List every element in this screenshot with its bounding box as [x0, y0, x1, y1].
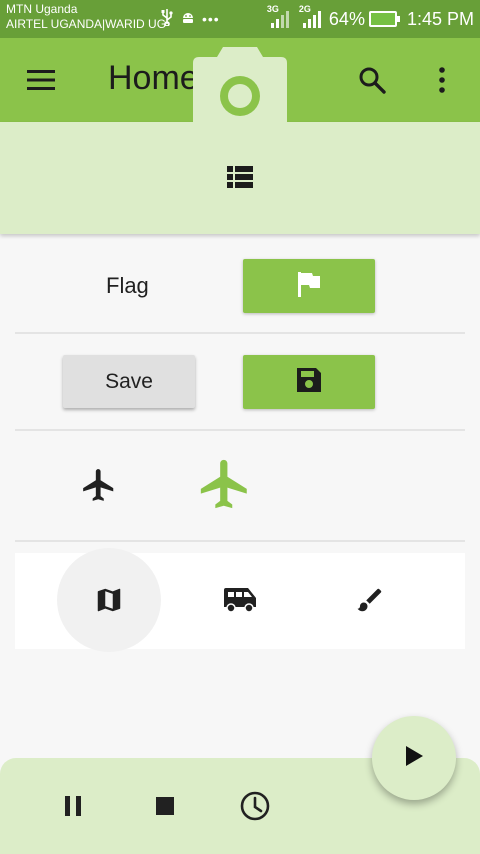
flag-button[interactable] [243, 259, 375, 313]
signal-icon: 3G [267, 4, 289, 30]
save-icon-button[interactable] [243, 355, 375, 409]
flag-icon [296, 270, 322, 303]
android-icon [180, 9, 196, 30]
divider [15, 332, 465, 334]
battery-charging-icon [368, 11, 400, 27]
stop-icon[interactable] [143, 784, 187, 828]
save-button[interactable]: Save [63, 355, 195, 408]
play-icon [404, 745, 424, 772]
status-bar: MTN Uganda AIRTEL UGANDA|WARID UG ••• 3G… [0, 0, 480, 38]
more-vert-icon[interactable] [420, 58, 464, 102]
van-icon[interactable] [218, 578, 262, 622]
flag-label: Flag [106, 273, 149, 298]
clock: 1:45 PM [406, 8, 474, 29]
carrier-primary: MTN Uganda [6, 2, 78, 16]
page-title: Home [108, 59, 199, 97]
signal-icon: 2G [299, 4, 321, 30]
airplane-icon-small[interactable] [80, 466, 118, 504]
battery-percent: 64% [328, 8, 365, 29]
airplane-icon-large[interactable] [196, 455, 254, 513]
search-icon[interactable] [350, 58, 394, 102]
camera-icon[interactable] [193, 47, 287, 125]
status-right: 3G 2G 64% 1:45 PM [267, 4, 474, 32]
more-dots-icon: ••• [202, 11, 220, 27]
map-icon[interactable] [87, 578, 131, 622]
status-notification-icons: ••• [160, 8, 220, 30]
menu-icon[interactable] [18, 58, 64, 102]
view-list-icon[interactable] [215, 152, 265, 202]
history-icon[interactable] [233, 784, 277, 828]
divider [15, 540, 465, 542]
save-icon [295, 366, 323, 399]
brush-icon[interactable] [348, 578, 392, 622]
divider [15, 429, 465, 431]
sub-header [0, 122, 480, 234]
play-fab[interactable] [372, 716, 456, 800]
usb-icon [160, 8, 174, 31]
pause-icon[interactable] [51, 784, 95, 828]
carrier-secondary: AIRTEL UGANDA|WARID UG [6, 17, 167, 31]
